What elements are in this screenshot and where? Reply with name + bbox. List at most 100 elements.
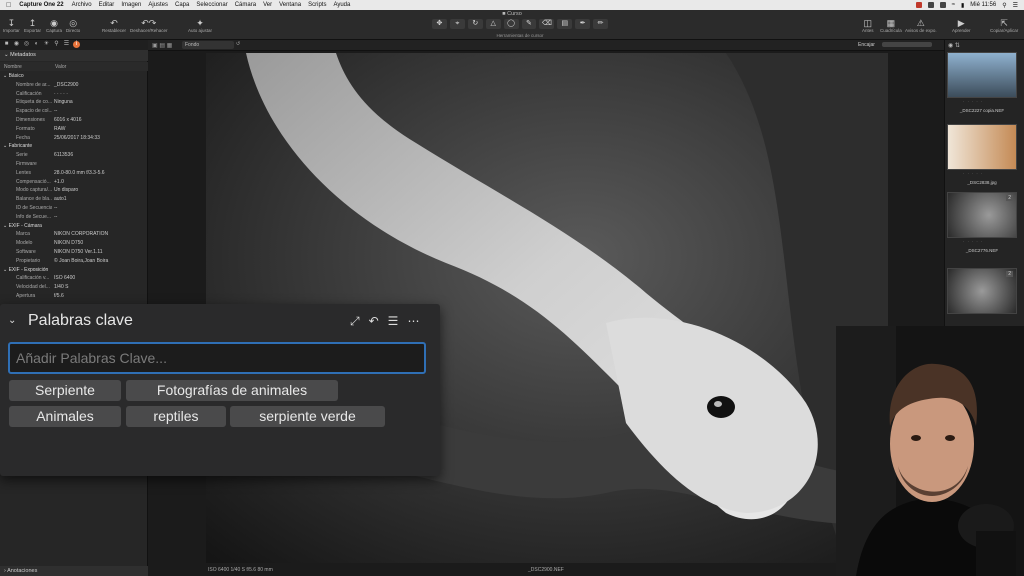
erase-tool-icon[interactable]: ⌫ (539, 19, 555, 29)
metadata-value[interactable]: -- (54, 213, 57, 222)
menu-seleccionar[interactable]: Seleccionar (196, 2, 227, 8)
menu-camara[interactable]: Cámara (235, 2, 256, 8)
menu-ventana[interactable]: Ventana (279, 2, 301, 8)
export-button[interactable]: ↥ Exportar (24, 18, 41, 33)
background-select[interactable]: Fondo (182, 41, 234, 49)
keyword-chip[interactable]: Fotografías de animales (126, 380, 338, 401)
metadata-value[interactable]: f/5.6 (54, 292, 64, 301)
copy-apply-button[interactable]: ⇱ Copiar/Aplicar (990, 18, 1018, 33)
keyword-chip[interactable]: serpiente verde (230, 406, 385, 427)
metadata-value[interactable]: 28.0-80.0 mm f/3.3-5.6 (54, 169, 105, 178)
grid-button[interactable]: ▦ Cuadrícula (880, 18, 902, 33)
picker-tool-icon[interactable]: ✒ (575, 19, 591, 29)
thumbnail[interactable]: 2 (947, 268, 1017, 314)
status-icon[interactable] (927, 2, 934, 8)
pan-tool-icon[interactable]: ✥ (432, 19, 447, 29)
mask-brush-icon[interactable]: ✎ (521, 19, 537, 29)
learn-button[interactable]: ▶ Aprender (952, 18, 971, 33)
view-mode-icon[interactable]: ▣ ▤ ▦ (152, 42, 172, 49)
zoom-slider[interactable] (882, 42, 932, 47)
wifi-icon[interactable]: ≈ (952, 2, 955, 8)
expand-icon[interactable]: ⤢ (350, 314, 360, 329)
menu-scripts[interactable]: Scripts (308, 2, 326, 8)
fit-label[interactable]: Encajar (858, 42, 875, 48)
exposure-warning-button[interactable]: ⚠ Avisos de expo. (905, 18, 937, 33)
thumbnail[interactable]: · · · · · _DSC2838.jpg (947, 124, 1017, 185)
menu-app-name[interactable]: Capture One 22 (19, 2, 63, 8)
before-button[interactable]: ◫ Antes (862, 18, 874, 33)
metadata-section[interactable]: ⌄ Fabricante (0, 142, 148, 151)
details-tab-icon[interactable]: ⚲ (53, 41, 60, 48)
metadata-value[interactable]: 1/40 S (54, 283, 68, 292)
apple-icon[interactable]:  (6, 2, 11, 9)
metadata-value[interactable]: 6113536 (54, 151, 73, 160)
metadata-value[interactable]: auto1 (54, 195, 67, 204)
keyword-chip[interactable]: Animales (9, 406, 121, 427)
menu-ajustes[interactable]: Ajustes (148, 2, 168, 8)
search-icon[interactable]: ⚲ (1002, 2, 1006, 9)
capture-button[interactable]: ◉ Captura (46, 18, 62, 33)
metadata-value[interactable]: 6016 x 4016 (54, 116, 82, 125)
metadata-tab-icon[interactable]: i (73, 41, 80, 48)
metadata-value[interactable]: 25/06/2017 18:34:33 (54, 134, 100, 143)
metadata-header[interactable]: ⌄ Metadatos (0, 50, 148, 61)
rotate-tool-icon[interactable]: ↻ (467, 19, 483, 29)
menu-ver[interactable]: Ver (263, 2, 272, 8)
browser-view-icon[interactable]: ◉ ⇅ (948, 42, 960, 49)
metadata-value[interactable]: Ninguna (54, 98, 73, 107)
undo-redo-button[interactable]: ↶↷ Deshacer/Rehacer (130, 18, 168, 33)
metadata-value[interactable]: ISO 6400 (54, 274, 75, 283)
metadata-section[interactable]: ⌄ Básico (0, 72, 148, 81)
metadata-value[interactable]: RAW (54, 125, 65, 134)
cursor-tools-label: Herramientas de cursor (496, 33, 544, 38)
adjust-tab-icon[interactable]: ☰ (63, 41, 70, 48)
reset-icon[interactable]: ↶ (369, 314, 379, 329)
metadata-value[interactable]: _DSC2900 (54, 81, 78, 90)
thumbnail[interactable]: · · · · · _DSC2227 copia.NEF (947, 52, 1017, 113)
keyword-chip[interactable]: reptiles (126, 406, 226, 427)
keystone-tool-icon[interactable]: △ (485, 19, 501, 29)
thumbnail[interactable]: 2 · · · · · _DSC2776.NEF (947, 192, 1017, 253)
battery-icon[interactable]: ▮ (961, 2, 964, 9)
menu-archivo[interactable]: Archivo (72, 2, 92, 8)
menu-ayuda[interactable]: Ayuda (333, 2, 350, 8)
gradient-tool-icon[interactable]: ▤ (557, 19, 573, 29)
metadata-value[interactable]: NIKON CORPORATION (54, 230, 108, 239)
metadata-section[interactable]: ⌄ EXIF - Cámara (0, 222, 148, 231)
color-tab-icon[interactable]: ◐ (33, 41, 40, 48)
menu-editar[interactable]: Editar (99, 2, 115, 8)
record-icon[interactable] (915, 2, 922, 8)
metadata-value[interactable]: NIKON D750 (54, 239, 83, 248)
menu-imagen[interactable]: Imagen (121, 2, 141, 8)
exposure-tab-icon[interactable]: ☀ (43, 41, 50, 48)
status-icon[interactable] (939, 2, 946, 8)
lens-tab-icon[interactable]: ◎ (23, 41, 30, 48)
metadata-value[interactable]: · · · · · (54, 90, 68, 99)
auto-adjust-button[interactable]: ✦ Auto ajustar (188, 18, 212, 33)
metadata-value[interactable]: © Joan Boira,Joan Boira (54, 257, 108, 266)
metadata-value[interactable]: -- (54, 204, 57, 213)
control-center-icon[interactable]: ☰ (1013, 2, 1018, 9)
library-tab-icon[interactable]: ■ (3, 41, 10, 48)
crop-tool-icon[interactable]: ⌖ (449, 19, 465, 29)
rotate-view-icon[interactable]: ↺ (236, 41, 240, 47)
capture-tab-icon[interactable]: ◉ (13, 41, 20, 48)
collapse-chevron-icon[interactable]: ⌄ (8, 315, 16, 326)
keyword-chip[interactable]: Serpiente (9, 380, 121, 401)
metadata-value[interactable]: -- (54, 107, 57, 116)
more-icon[interactable]: ⋯ (407, 314, 419, 329)
menubar-clock[interactable]: Mié 11:56 (970, 2, 996, 8)
import-button[interactable]: ↧ Importar (3, 18, 20, 33)
metadata-value[interactable]: +1.0 (54, 178, 64, 187)
annotations-header[interactable]: › Anotaciones (0, 566, 148, 576)
menu-capa[interactable]: Capa (175, 2, 189, 8)
restore-button[interactable]: ↶ Restablecer (102, 18, 126, 33)
keyword-input[interactable] (8, 342, 426, 374)
annotate-tool-icon[interactable]: ✏ (593, 19, 609, 29)
spot-tool-icon[interactable]: ◯ (503, 19, 519, 29)
metadata-value[interactable]: Un disparo (54, 186, 78, 195)
live-button[interactable]: ◎ Directo (66, 18, 80, 33)
metadata-section[interactable]: ⌄ EXIF - Exposición (0, 266, 148, 275)
metadata-value[interactable]: NIKON D750 Ver.1.11 (54, 248, 103, 257)
menu-icon[interactable]: ☰ (388, 314, 399, 329)
